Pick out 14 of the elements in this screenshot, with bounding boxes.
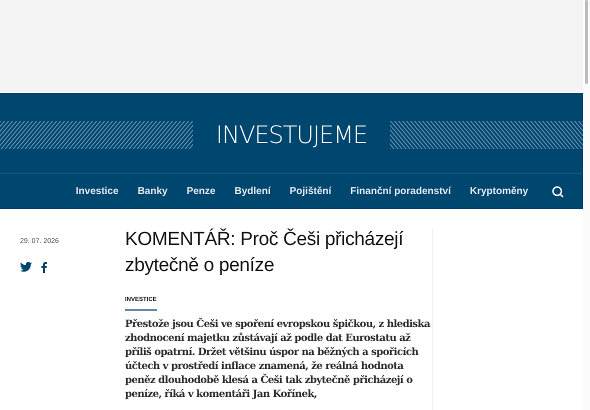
nav-link[interactable]: Finanční poradenství bbox=[350, 184, 451, 199]
facebook-icon[interactable] bbox=[41, 262, 47, 272]
nav-link[interactable]: Investice bbox=[76, 184, 119, 199]
scrollbar-thumb[interactable] bbox=[585, 0, 588, 84]
nav-link[interactable]: Banky bbox=[138, 184, 168, 199]
article-perex: Přestože jsou Češi ve spoření evropskou špičkou, z hlediska zhodnocení majetku zůstávají až podle dat Eurostatu až příliš opatrní. Držet většinu úspor na běžných a spořicích účtech v prostředí inflace znamená, že reálná hodnota peněz dlouhodobě klesá a Češi tak zbytečně přicházejí o peníze, říká v komentáři Jan Kořínek, bbox=[125, 318, 431, 402]
twitter-icon[interactable] bbox=[20, 262, 32, 272]
nav-link[interactable]: Penze bbox=[186, 184, 216, 199]
article-title: KOMENTÁŘ: Proč Češi přicházejí zbytečně o peníze bbox=[125, 227, 404, 278]
search-icon[interactable] bbox=[552, 186, 564, 198]
nav-link[interactable]: Kryptoměny bbox=[470, 184, 528, 199]
nav-link[interactable]: Bydlení bbox=[234, 184, 271, 199]
site-logo[interactable]: INVESTUJEME bbox=[216, 123, 368, 147]
nav-link[interactable]: Pojištění bbox=[290, 184, 332, 199]
